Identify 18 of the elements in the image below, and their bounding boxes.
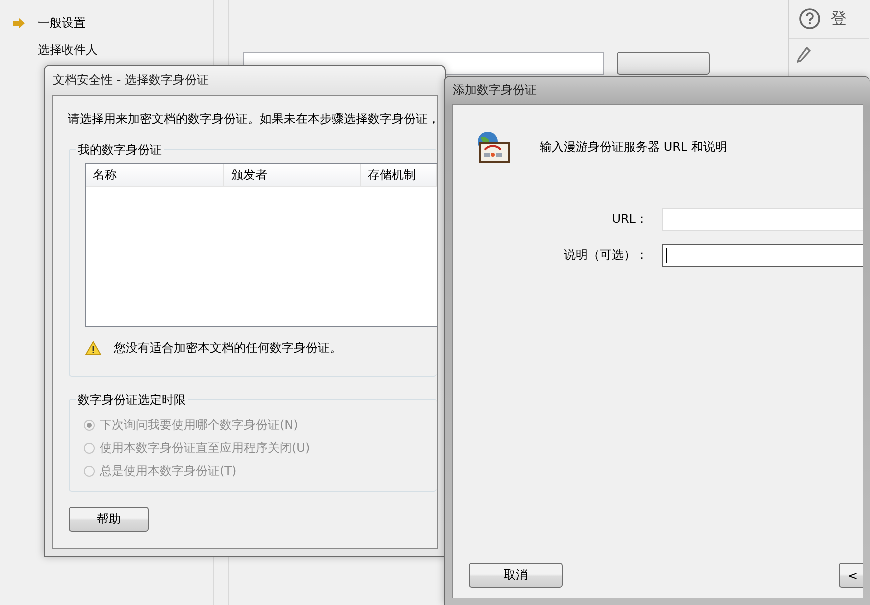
field-label: URL： xyxy=(611,211,648,228)
help-button[interactable]: 帮助 xyxy=(69,507,149,532)
dialog-heading: 输入漫游身份证服务器 URL 和说明 xyxy=(540,138,728,156)
column-header[interactable]: 名称 xyxy=(86,164,224,186)
warning-text: 您没有适合加密本文档的任何数字身份证。 xyxy=(114,340,342,357)
instruction-text: 请选择用来加密文档的数字身份证。如果未在本步骤选择数字身份证， xyxy=(67,111,437,128)
back-button[interactable]: < xyxy=(839,563,863,588)
column-header[interactable]: 颁发者 xyxy=(224,164,361,186)
window-title: 文档安全性 - 选择数字身份证 xyxy=(52,72,210,89)
column-header[interactable]: 存储机制 xyxy=(360,164,437,186)
sidebar-item[interactable]: 选择收件人 xyxy=(38,42,98,58)
field-label: 说明（可选）： xyxy=(563,247,648,264)
group-title: 我的数字身份证 xyxy=(76,142,164,159)
window-title: 添加数字身份证 xyxy=(452,82,538,99)
group-title: 数字身份证选定时限 xyxy=(76,392,188,409)
login-label[interactable]: 登 xyxy=(831,8,847,30)
sidebar-item[interactable]: 一般设置 xyxy=(38,14,86,32)
cancel-button[interactable]: 取消 xyxy=(469,563,563,588)
